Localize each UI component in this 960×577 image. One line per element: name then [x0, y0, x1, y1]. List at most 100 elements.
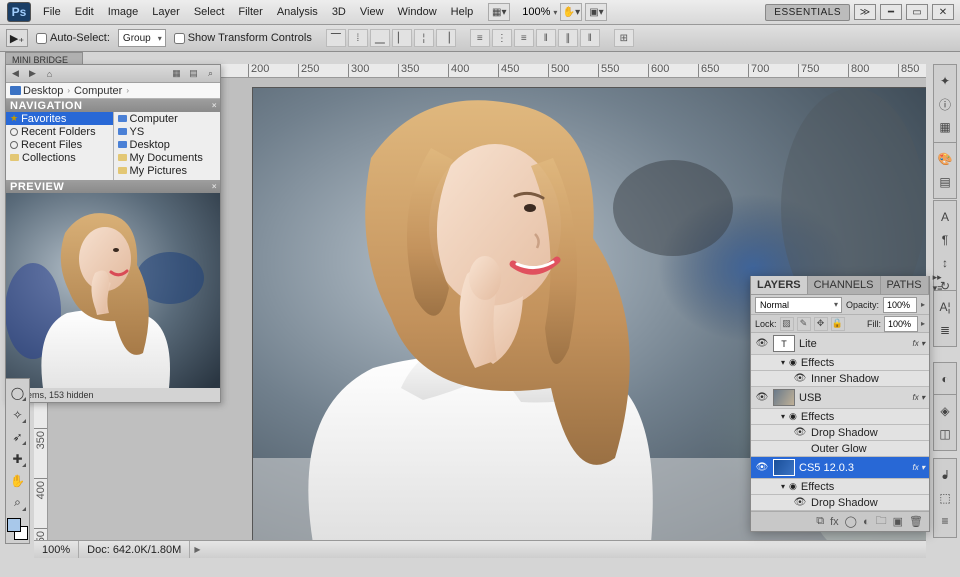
layer-row-selected[interactable]: 👁CS5 12.0.3fx ▾ — [751, 457, 929, 479]
layer-effect-item[interactable]: Outer Glow — [751, 441, 929, 457]
nav-computer[interactable]: Computer — [114, 112, 221, 125]
adjustment-icon[interactable]: ◐ — [863, 516, 870, 528]
fill-input[interactable]: 100% — [884, 316, 918, 332]
visibility-icon[interactable]: 👁 — [793, 496, 807, 510]
crumb-desktop[interactable]: Desktop — [23, 85, 63, 97]
align-right-icon[interactable]: ▕ — [436, 29, 456, 47]
show-transform-checkbox[interactable]: Show Transform Controls — [174, 32, 312, 44]
close-icon[interactable]: × — [212, 182, 217, 191]
bridge-back-icon[interactable]: ◀ — [9, 67, 22, 80]
dist-hcenter-icon[interactable]: ∥ — [558, 29, 578, 47]
hand-icon[interactable]: ✋▾ — [560, 3, 582, 21]
crumb-computer[interactable]: Computer — [74, 85, 122, 97]
trash-icon[interactable]: 🗑 — [909, 515, 923, 528]
link-layers-icon[interactable]: ⧉ — [816, 515, 824, 528]
menu-help[interactable]: Help — [444, 3, 481, 21]
auto-align-icon[interactable]: ⊞ — [614, 29, 634, 47]
paragraph-icon[interactable]: ¶ — [935, 230, 955, 250]
menu-layer[interactable]: Layer — [145, 3, 187, 21]
auto-select-checkbox[interactable]: Auto-Select: — [36, 32, 110, 44]
bridge-search-icon[interactable]: ⌕ — [204, 67, 217, 80]
status-zoom[interactable]: 100% — [34, 541, 79, 558]
bridge-breadcrumb[interactable]: Desktop › Computer › — [6, 83, 220, 99]
menu-view[interactable]: View — [353, 3, 391, 21]
maximize-icon[interactable]: ▭ — [906, 4, 928, 20]
align-top-icon[interactable]: ⎺ — [326, 29, 346, 47]
minimize-icon[interactable]: ━ — [880, 4, 902, 20]
panel-menu-icon[interactable]: ▸▸ ▾≡ — [929, 272, 947, 294]
menu-file[interactable]: File — [36, 3, 68, 21]
nav-recent-files[interactable]: Recent Files — [6, 138, 113, 151]
zoom-tool[interactable]: ⌕ — [7, 492, 28, 513]
layer-effect-item[interactable]: 👁Drop Shadow — [751, 425, 929, 441]
mask-icon[interactable]: ◯ — [845, 515, 857, 528]
status-doc[interactable]: Doc: 642.0K/1.80M — [79, 541, 190, 558]
nav-user[interactable]: YS — [114, 125, 221, 138]
nav-collections[interactable]: Collections — [6, 151, 113, 164]
text-icon[interactable]: A¦ — [935, 297, 955, 317]
dist-bottom-icon[interactable]: ≡ — [514, 29, 534, 47]
bridge-bridge-icon[interactable]: ⌂ — [43, 67, 56, 80]
channels-icon[interactable]: ≡ — [935, 511, 955, 531]
new-layer-icon[interactable]: ▣ — [893, 515, 903, 528]
visibility-icon[interactable]: 👁 — [755, 337, 769, 351]
layer-row[interactable]: 👁TLitefx ▾ — [751, 333, 929, 355]
group-icon[interactable]: 🗀 — [876, 512, 887, 531]
visibility-icon[interactable]: 👁 — [755, 461, 769, 475]
opacity-input[interactable]: 100% — [883, 297, 917, 313]
tab-layers[interactable]: LAYERS — [751, 276, 808, 294]
lock-pixels-icon[interactable]: ✎ — [797, 317, 811, 331]
color-icon[interactable]: 🎨 — [935, 149, 955, 169]
layer-effect-item[interactable]: 👁Inner Shadow — [751, 371, 929, 387]
menu-analysis[interactable]: Analysis — [270, 3, 325, 21]
screen-mode-icon[interactable]: ▣▾ — [585, 3, 607, 21]
visibility-icon[interactable]: 👁 — [755, 391, 769, 405]
histogram-icon[interactable]: ▦ — [935, 117, 955, 137]
menu-filter[interactable]: Filter — [231, 3, 269, 21]
launch-bridge-icon[interactable]: ▦▾ — [488, 3, 510, 21]
menu-image[interactable]: Image — [101, 3, 146, 21]
clone-source-icon[interactable]: ↕ — [935, 253, 955, 273]
layer-effect-item[interactable]: 👁Drop Shadow — [751, 495, 929, 511]
lock-transparent-icon[interactable]: ▨ — [780, 317, 794, 331]
layer-effects[interactable]: ▾◉Effects — [751, 409, 929, 425]
layer-row[interactable]: 👁USBfx ▾ — [751, 387, 929, 409]
bridge-view-icon[interactable]: ▦ — [170, 67, 183, 80]
swatches-icon[interactable]: ▤ — [935, 172, 955, 192]
align-bottom-icon[interactable]: ⎽ — [370, 29, 390, 47]
visibility-icon[interactable]: 👁 — [793, 426, 807, 440]
dist-vcenter-icon[interactable]: ⋮ — [492, 29, 512, 47]
align-hcenter-icon[interactable]: ¦ — [414, 29, 434, 47]
align-vcenter-icon[interactable]: ⁞ — [348, 29, 368, 47]
close-icon[interactable]: ✕ — [932, 4, 954, 20]
healing-tool[interactable]: ✚ — [7, 448, 28, 469]
lock-all-icon[interactable]: 🔒 — [831, 317, 845, 331]
nav-recent-folders[interactable]: Recent Folders — [6, 125, 113, 138]
blend-mode-select[interactable]: Normal — [755, 297, 842, 313]
wand-tool[interactable]: ✧ — [7, 404, 28, 425]
nav-my-pictures[interactable]: My Pictures — [114, 164, 221, 177]
align-left-icon[interactable]: ▏ — [392, 29, 412, 47]
workspace-switcher[interactable]: ESSENTIALS — [765, 4, 850, 21]
lock-position-icon[interactable]: ✥ — [814, 317, 828, 331]
layer-effects[interactable]: ▾◉Effects — [751, 355, 929, 371]
dist-top-icon[interactable]: ≡ — [470, 29, 490, 47]
menu-3d[interactable]: 3D — [325, 3, 353, 21]
color-swatches[interactable] — [7, 518, 28, 540]
nav-favorites[interactable]: ★Favorites — [6, 112, 113, 125]
adjustments-icon[interactable]: ◐ — [935, 369, 955, 389]
chevron-right-icon[interactable]: ≫ — [854, 4, 876, 20]
foreground-swatch[interactable] — [7, 518, 21, 532]
styles-icon[interactable]: ≣ — [935, 320, 955, 340]
mask-icon[interactable]: ◫ — [935, 424, 955, 444]
3d-icon[interactable]: ◈ — [935, 401, 955, 421]
menu-select[interactable]: Select — [187, 3, 232, 21]
info-icon[interactable]: ⓘ — [935, 94, 955, 114]
visibility-icon[interactable]: 👁 — [793, 372, 807, 386]
hand-tool[interactable]: ✋ — [7, 470, 28, 491]
auto-select-target[interactable]: Group — [118, 29, 166, 47]
dist-right-icon[interactable]: ‖ — [580, 29, 600, 47]
tool-preset-icon[interactable]: ▶₊ — [6, 29, 28, 47]
menu-window[interactable]: Window — [391, 3, 444, 21]
tab-paths[interactable]: PATHS — [881, 276, 929, 294]
